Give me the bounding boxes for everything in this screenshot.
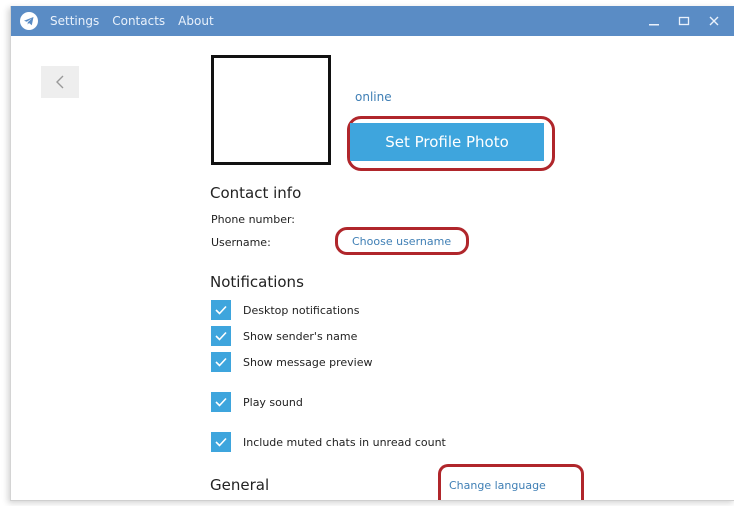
back-button[interactable] bbox=[41, 66, 79, 98]
checkbox-play-sound[interactable]: Play sound bbox=[211, 391, 303, 413]
maximize-icon[interactable] bbox=[669, 6, 699, 36]
checkbox-label: Include muted chats in unread count bbox=[243, 435, 446, 449]
menu-contacts[interactable]: Contacts bbox=[112, 14, 165, 28]
checkbox-include-muted-chats[interactable]: Include muted chats in unread count bbox=[211, 431, 446, 453]
checkmark-icon bbox=[211, 300, 231, 320]
title-bar: Settings Contacts About bbox=[11, 6, 734, 36]
checkbox-show-sender-name[interactable]: Show sender's name bbox=[211, 325, 357, 347]
menu-settings[interactable]: Settings bbox=[50, 14, 99, 28]
general-heading: General bbox=[210, 476, 270, 494]
menu-about[interactable]: About bbox=[178, 14, 213, 28]
change-language-link[interactable]: Change language bbox=[449, 479, 546, 492]
checkbox-label: Play sound bbox=[243, 395, 303, 409]
checkbox-label: Desktop notifications bbox=[243, 303, 360, 317]
main-menu: Settings Contacts About bbox=[50, 14, 227, 28]
username-label: Username: bbox=[211, 236, 271, 249]
checkmark-icon bbox=[211, 326, 231, 346]
phone-number-label: Phone number: bbox=[211, 213, 296, 226]
profile-avatar[interactable] bbox=[211, 55, 331, 165]
minimize-icon[interactable] bbox=[639, 6, 669, 36]
checkbox-show-message-preview[interactable]: Show message preview bbox=[211, 351, 372, 373]
chevron-left-icon bbox=[56, 75, 64, 89]
set-profile-photo-button[interactable]: Set Profile Photo bbox=[350, 123, 544, 161]
checkmark-icon bbox=[211, 432, 231, 452]
app-window: Settings Contacts About online Set Profi… bbox=[10, 6, 734, 501]
checkbox-label: Show sender's name bbox=[243, 329, 358, 343]
checkmark-icon bbox=[211, 352, 231, 372]
checkbox-desktop-notifications[interactable]: Desktop notifications bbox=[211, 299, 359, 321]
notifications-heading: Notifications bbox=[210, 273, 304, 291]
telegram-plane-icon bbox=[20, 12, 38, 30]
online-status: online bbox=[355, 90, 392, 104]
choose-username-link[interactable]: Choose username bbox=[352, 235, 451, 248]
window-controls bbox=[639, 6, 729, 36]
checkbox-label: Show message preview bbox=[243, 355, 373, 369]
contact-info-heading: Contact info bbox=[210, 184, 302, 202]
close-icon[interactable] bbox=[699, 6, 729, 36]
checkmark-icon bbox=[211, 392, 231, 412]
